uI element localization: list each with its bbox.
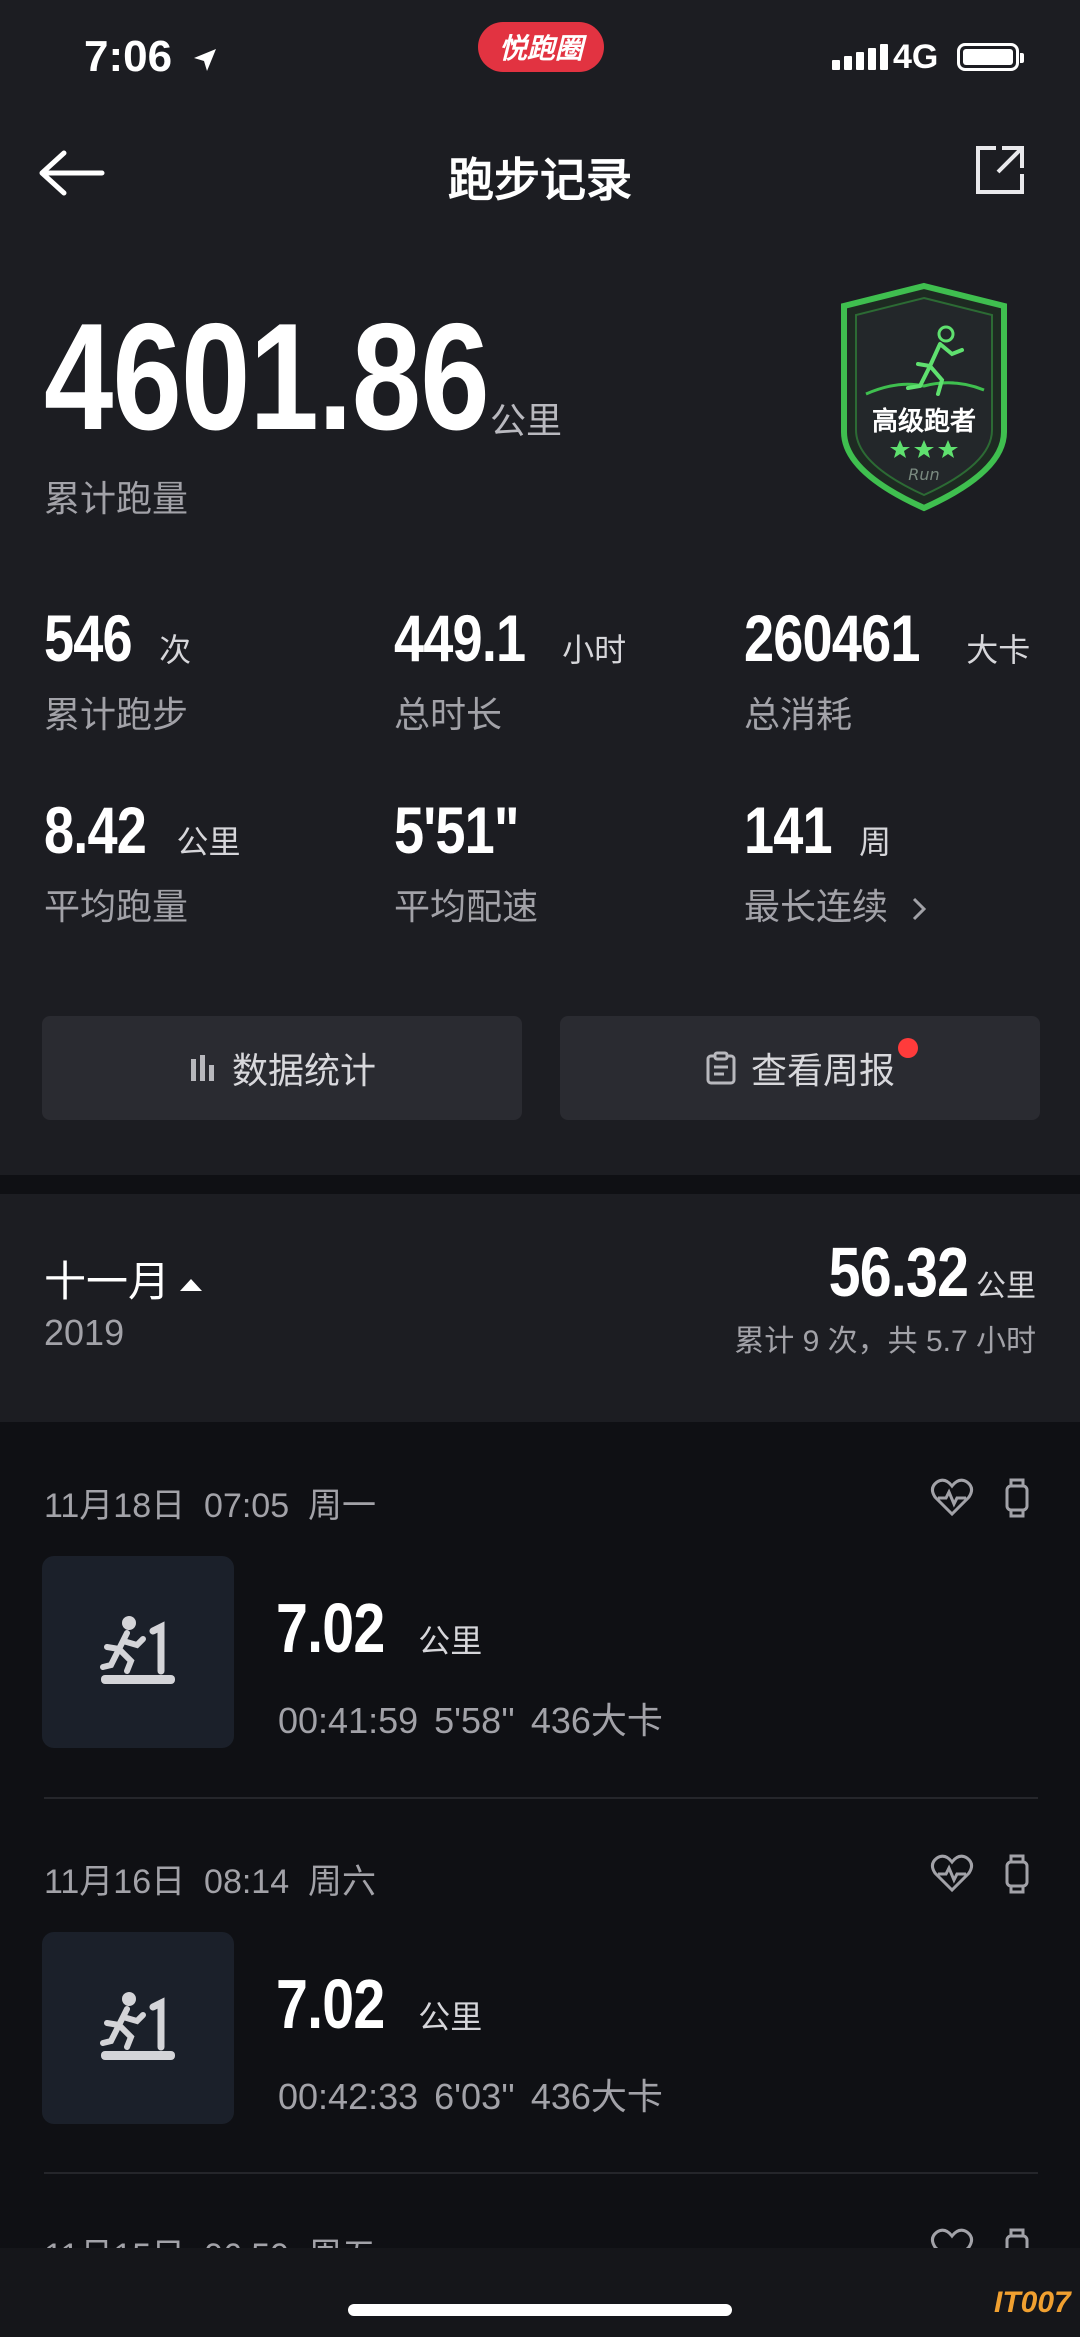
record-datetime: 11月16日 08:14 周六 bbox=[44, 1863, 377, 1901]
record-distance: 7.02 公里 bbox=[276, 1589, 483, 1667]
network-type: 4G bbox=[893, 38, 939, 76]
month-distance: 56.32 公里 bbox=[828, 1233, 1036, 1311]
month-summary-text: 累计 9 次，共 5.7 小时 bbox=[734, 1325, 1036, 1358]
heart-rate-icon bbox=[930, 1478, 974, 1517]
record-details: 00:41:59 5'58'' 436大卡 bbox=[278, 1700, 663, 1741]
treadmill-runner-icon bbox=[100, 1616, 175, 1684]
bar-chart-icon bbox=[188, 1053, 218, 1083]
share-button[interactable] bbox=[972, 142, 1028, 198]
badge-title: 高级跑者 bbox=[872, 406, 976, 437]
treadmill-thumbnail bbox=[42, 1556, 234, 1748]
bottom-bar bbox=[0, 2248, 1080, 2337]
watch-icon bbox=[1005, 1854, 1029, 1894]
caret-up-icon bbox=[180, 1278, 203, 1291]
record-datetime: 11月18日 07:05 周一 bbox=[44, 1487, 377, 1525]
runner-level-badge[interactable]: 高级跑者 Run bbox=[838, 282, 1010, 512]
record-icons bbox=[930, 1854, 1030, 1894]
page-title: 跑步记录 bbox=[448, 154, 632, 206]
brand-logo: 悦跑圈 bbox=[478, 22, 604, 72]
location-arrow-icon bbox=[192, 34, 218, 84]
badge-subtitle: Run bbox=[908, 465, 939, 484]
record-distance: 7.02 公里 bbox=[276, 1965, 483, 2043]
watch-icon bbox=[1005, 1478, 1029, 1518]
month-year: 2019 bbox=[44, 1312, 125, 1353]
notification-dot bbox=[898, 1038, 918, 1058]
home-indicator[interactable] bbox=[348, 2304, 732, 2316]
record-icons bbox=[930, 1478, 1030, 1518]
total-distance-unit: 公里 bbox=[490, 400, 563, 441]
status-time: 7:06 bbox=[84, 32, 218, 84]
battery-icon bbox=[957, 43, 1024, 71]
share-icon bbox=[976, 146, 1024, 194]
total-distance-label: 累计跑量 bbox=[44, 478, 189, 519]
chevron-right-icon bbox=[912, 898, 927, 921]
stat-total-runs: 546 次 累计跑步 bbox=[44, 601, 192, 735]
watermark: IT007 bbox=[994, 2286, 1071, 2319]
data-stats-button[interactable]: 数据统计 bbox=[42, 1016, 522, 1120]
clipboard-icon bbox=[705, 1051, 737, 1085]
divider bbox=[44, 2172, 1038, 2174]
treadmill-runner-icon bbox=[100, 1992, 175, 2060]
signal-icon bbox=[832, 44, 888, 70]
record-details: 00:42:33 6'03'' 436大卡 bbox=[278, 2076, 663, 2117]
stat-average-pace: 5'51" 平均配速 bbox=[394, 793, 539, 927]
stat-total-calories: 260461 大卡 总消耗 bbox=[744, 601, 1031, 735]
treadmill-thumbnail bbox=[42, 1932, 234, 2124]
month-selector[interactable]: 十一月 bbox=[44, 1248, 203, 1309]
stat-total-duration: 449.1 小时 总时长 bbox=[394, 601, 627, 735]
stat-average-distance: 8.42 公里 平均跑量 bbox=[44, 793, 241, 927]
divider bbox=[44, 1797, 1038, 1799]
weekly-report-button[interactable]: 查看周报 bbox=[560, 1016, 1040, 1120]
stat-longest-streak[interactable]: 141 周 最长连续 bbox=[744, 792, 930, 930]
heart-rate-icon bbox=[930, 1854, 974, 1893]
